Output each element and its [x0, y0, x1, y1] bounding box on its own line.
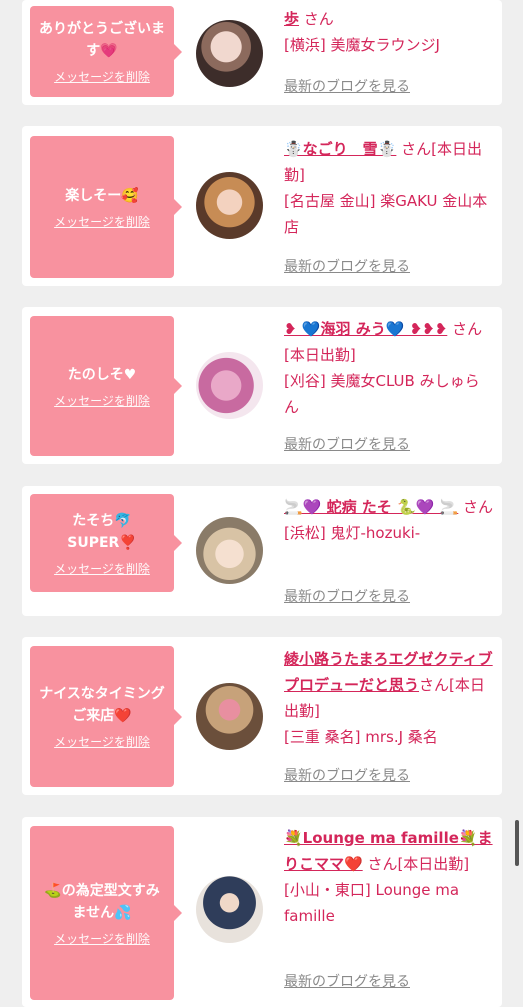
- message-text: ありがとうございます💗: [39, 21, 165, 59]
- latest-blog-link[interactable]: 最新のブログを見る: [284, 256, 410, 276]
- delete-message-link[interactable]: メッセージを削除: [54, 392, 150, 409]
- cast-name-link[interactable]: ❥ 💙海羽 みう💙 ❥❥❥: [284, 320, 447, 338]
- delete-message-link[interactable]: メッセージを削除: [54, 560, 150, 577]
- store-label: [小山・東口] Lounge ma famille: [284, 881, 460, 925]
- cast-info: 綾小路うたまろエグゼクティブプロデューだと思うさん[本日出勤] [三重 桑名] …: [284, 646, 494, 750]
- message-card: ナイスなタイミングご来店❤️ メッセージを削除 綾小路うたまろエグゼクティブプロ…: [22, 637, 502, 795]
- message-bubble: ⛳️の為定型文すみません💦 メッセージを削除: [30, 826, 182, 1000]
- cast-info: 🚬💜 蛇病 たそ 🐍💜 🚬 さん [浜松] 鬼灯-hozuki-: [284, 494, 494, 546]
- cast-name-link[interactable]: ☃️なごり 雪☃️: [284, 140, 396, 158]
- delete-message-link[interactable]: メッセージを削除: [54, 213, 150, 230]
- message-card: ⛳️の為定型文すみません💦 メッセージを削除 💐Lounge ma famill…: [22, 817, 502, 1007]
- latest-blog-link[interactable]: 最新のブログを見る: [284, 76, 410, 96]
- delete-message-link[interactable]: メッセージを削除: [54, 733, 150, 750]
- message-card: ありがとうございます💗 メッセージを削除 歩 さん [横浜] 美魔女ラウンジJ …: [22, 0, 502, 105]
- latest-blog-link[interactable]: 最新のブログを見る: [284, 586, 410, 606]
- message-text: ナイスなタイミングご来店❤️: [39, 686, 165, 724]
- message-text: 楽しそー🥰: [65, 187, 139, 204]
- cast-name-link[interactable]: 🚬💜 蛇病 たそ 🐍💜 🚬: [284, 498, 458, 516]
- message-bubble: ありがとうございます💗 メッセージを削除: [30, 6, 182, 97]
- message-text: たそち🐬 SUPER❣️: [67, 512, 137, 551]
- avatar[interactable]: [196, 876, 263, 943]
- scrollbar[interactable]: [515, 820, 519, 866]
- avatar[interactable]: [196, 352, 263, 419]
- delete-message-link[interactable]: メッセージを削除: [54, 930, 150, 947]
- store-label: [三重 桑名] mrs.J 桑名: [284, 728, 438, 746]
- message-bubble: ナイスなタイミングご来店❤️ メッセージを削除: [30, 646, 182, 787]
- cast-info: 歩 さん [横浜] 美魔女ラウンジJ: [284, 6, 494, 58]
- honorific: さん[本日出勤]: [362, 855, 470, 873]
- honorific: さん: [458, 498, 494, 516]
- honorific: さん: [299, 10, 334, 28]
- message-bubble: 楽しそー🥰 メッセージを削除: [30, 136, 182, 278]
- store-label: [横浜] 美魔女ラウンジJ: [284, 36, 440, 54]
- cast-info: ☃️なごり 雪☃️ さん[本日出勤] [名古屋 金山] 楽GAKU 金山本店: [284, 136, 494, 240]
- cast-name-link[interactable]: 歩: [284, 10, 299, 28]
- latest-blog-link[interactable]: 最新のブログを見る: [284, 434, 410, 454]
- avatar[interactable]: [196, 517, 263, 584]
- delete-message-link[interactable]: メッセージを削除: [54, 68, 150, 85]
- avatar[interactable]: [196, 683, 263, 750]
- message-bubble: たそち🐬 SUPER❣️ メッセージを削除: [30, 494, 182, 592]
- latest-blog-link[interactable]: 最新のブログを見る: [284, 971, 410, 991]
- cast-info: ❥ 💙海羽 みう💙 ❥❥❥ さん[本日出勤] [刈谷] 美魔女CLUB みしゅら…: [284, 316, 494, 420]
- message-card: たのしそ♥ メッセージを削除 ❥ 💙海羽 みう💙 ❥❥❥ さん[本日出勤] [刈…: [22, 307, 502, 464]
- store-label: [浜松] 鬼灯-hozuki-: [284, 524, 421, 542]
- message-bubble: たのしそ♥ メッセージを削除: [30, 316, 182, 456]
- message-card: たそち🐬 SUPER❣️ メッセージを削除 🚬💜 蛇病 たそ 🐍💜 🚬 さん […: [22, 486, 502, 616]
- message-card: 楽しそー🥰 メッセージを削除 ☃️なごり 雪☃️ さん[本日出勤] [名古屋 金…: [22, 126, 502, 286]
- avatar[interactable]: [196, 172, 263, 239]
- store-label: [名古屋 金山] 楽GAKU 金山本店: [284, 192, 488, 236]
- latest-blog-link[interactable]: 最新のブログを見る: [284, 765, 410, 785]
- message-text: たのしそ♥: [67, 366, 137, 383]
- avatar[interactable]: [196, 20, 263, 87]
- message-text: ⛳️の為定型文すみません💦: [44, 882, 160, 921]
- store-label: [刈谷] 美魔女CLUB みしゅらん: [284, 372, 480, 416]
- cast-info: 💐Lounge ma famille💐まりこママ❤️ さん[本日出勤] [小山・…: [284, 825, 494, 929]
